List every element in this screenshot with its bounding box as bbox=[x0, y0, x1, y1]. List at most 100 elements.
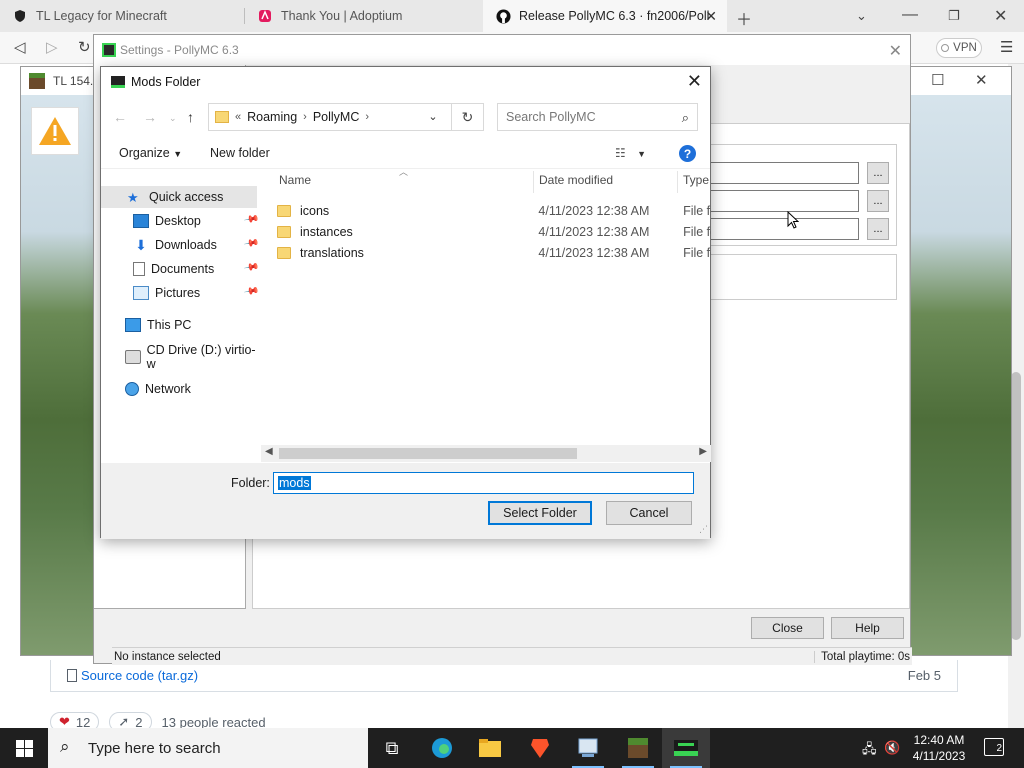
restore-icon[interactable]: ❐ bbox=[948, 8, 960, 24]
tab-title: Release PollyMC 6.3 · fn2006/Poll bbox=[519, 9, 710, 23]
breadcrumb-roaming[interactable]: Roaming bbox=[247, 110, 297, 124]
folder-icon bbox=[277, 204, 291, 217]
tab-pollymc-release[interactable]: Release PollyMC 6.3 · fn2006/Poll ✕ bbox=[483, 0, 727, 32]
browse-instances-button[interactable]: ... bbox=[867, 162, 889, 184]
taskbar-search-input[interactable]: ⌕ Type here to search bbox=[48, 728, 368, 768]
dialog-close-icon[interactable]: ✕ bbox=[687, 71, 702, 92]
edge-icon[interactable] bbox=[418, 728, 466, 768]
close-tab-icon[interactable]: ✕ bbox=[705, 8, 717, 25]
nav-this-pc[interactable]: This PC bbox=[125, 314, 191, 336]
instances-folder-input[interactable] bbox=[709, 162, 859, 184]
nav-downloads[interactable]: ⬇ Downloads bbox=[133, 234, 217, 256]
breadcrumb-chevron-icon[interactable]: › bbox=[303, 111, 307, 123]
page-scroll-thumb[interactable] bbox=[1011, 372, 1021, 640]
forward-arrow-icon[interactable]: → bbox=[143, 109, 157, 125]
file-row-translations[interactable]: translations 4/11/2023 12:38 AM File fo bbox=[277, 242, 711, 263]
scroll-left-icon[interactable]: ◀ bbox=[265, 446, 273, 457]
breadcrumb-overflow[interactable]: « bbox=[235, 111, 241, 123]
nav-cd-drive[interactable]: CD Drive (D:) virtio-w bbox=[125, 343, 261, 371]
folder-name-input[interactable]: mods bbox=[273, 472, 694, 494]
reload-icon[interactable]: ↻ bbox=[78, 38, 91, 56]
pollymc-close-icon[interactable]: ✕ bbox=[889, 41, 902, 61]
organize-label: Organize bbox=[119, 146, 170, 160]
mouse-cursor-icon bbox=[787, 211, 799, 229]
search-placeholder: Search PollyMC bbox=[506, 110, 596, 124]
breadcrumb-pollymc[interactable]: PollyMC bbox=[313, 110, 360, 124]
close-window-icon[interactable]: ✕ bbox=[994, 6, 1007, 26]
address-dropdown-icon[interactable]: ⌄ bbox=[423, 103, 443, 129]
file-name: translations bbox=[299, 245, 364, 260]
task-view-icon[interactable]: ⧉ bbox=[368, 728, 416, 768]
mods-folder-input[interactable] bbox=[709, 190, 859, 212]
column-type[interactable]: Type bbox=[683, 173, 709, 187]
minecraft-taskbar-icon[interactable] bbox=[614, 728, 662, 768]
resize-grip-icon[interactable]: ⋰ bbox=[699, 524, 708, 535]
network-tray-icon[interactable]: 🖧 bbox=[862, 740, 877, 762]
column-divider[interactable] bbox=[677, 171, 678, 193]
help-button[interactable]: Help bbox=[831, 617, 904, 639]
select-folder-button[interactable]: Select Folder bbox=[488, 501, 592, 525]
nav-quick-access[interactable]: ★ Quick access bbox=[101, 186, 257, 208]
column-name[interactable]: Name bbox=[279, 173, 311, 187]
brave-icon[interactable] bbox=[516, 728, 564, 768]
column-date-modified[interactable]: Date modified bbox=[539, 173, 613, 187]
recent-locations-chevron-icon[interactable]: ⌄ bbox=[169, 113, 177, 124]
file-row-icons[interactable]: icons 4/11/2023 12:38 AM File fo bbox=[277, 200, 711, 221]
nav-label: Documents bbox=[151, 262, 215, 276]
zip-file-icon bbox=[67, 669, 77, 682]
vpn-button[interactable]: VPN bbox=[936, 38, 982, 58]
pin-icon: 📌 bbox=[242, 259, 260, 276]
search-input[interactable]: Search PollyMC ⌕ bbox=[497, 103, 698, 131]
warning-icon[interactable] bbox=[31, 107, 79, 155]
source-code-link[interactable]: Source code (tar.gz) bbox=[67, 668, 198, 683]
tl-close-icon[interactable]: ✕ bbox=[975, 71, 988, 89]
refresh-icon[interactable]: ↻ bbox=[452, 103, 484, 131]
pin-icon: 📌 bbox=[242, 211, 260, 228]
browse-icons-button[interactable]: ... bbox=[867, 218, 889, 240]
asset-date: Feb 5 bbox=[907, 668, 941, 683]
taskbar-clock[interactable]: 12:40 AM 4/11/2023 bbox=[904, 732, 974, 764]
file-row-instances[interactable]: instances 4/11/2023 12:38 AM File fo bbox=[277, 221, 711, 242]
horizontal-scrollbar[interactable]: ◀ ▶ bbox=[261, 445, 711, 462]
folder-icon bbox=[215, 111, 229, 123]
tab-tl-legacy[interactable]: TL Legacy for Minecraft bbox=[0, 0, 244, 32]
forward-icon[interactable]: ▷ bbox=[46, 38, 58, 56]
view-options-button[interactable]: ☷ ▼ bbox=[615, 146, 646, 160]
file-explorer-icon[interactable] bbox=[466, 728, 514, 768]
new-tab-icon[interactable]: ＋ bbox=[736, 6, 752, 30]
pollymc-taskbar-icon[interactable] bbox=[662, 728, 710, 768]
new-folder-button[interactable]: New folder bbox=[210, 146, 270, 160]
nav-network[interactable]: Network bbox=[125, 378, 191, 400]
nav-desktop[interactable]: Desktop bbox=[133, 210, 201, 232]
tl-launcher-taskbar-icon[interactable] bbox=[564, 728, 612, 768]
up-arrow-icon[interactable]: ↑ bbox=[187, 109, 194, 125]
breadcrumb-chevron-icon[interactable]: › bbox=[365, 111, 369, 123]
column-divider[interactable] bbox=[533, 171, 534, 193]
volume-muted-icon[interactable]: 🔇 bbox=[884, 740, 900, 756]
address-bar[interactable]: « Roaming › PollyMC › bbox=[208, 103, 452, 131]
close-button[interactable]: Close bbox=[751, 617, 824, 639]
windows-start-icon[interactable] bbox=[0, 728, 48, 768]
browse-mods-button[interactable]: ... bbox=[867, 190, 889, 212]
pollymc-app-icon bbox=[111, 76, 125, 88]
github-icon bbox=[495, 8, 511, 24]
organize-button[interactable]: Organize ▼ bbox=[119, 146, 182, 160]
horizontal-scroll-thumb[interactable] bbox=[279, 448, 577, 459]
minimize-icon[interactable]: — bbox=[902, 6, 918, 24]
help-icon[interactable]: ? bbox=[679, 145, 696, 162]
notification-center-icon[interactable]: 2 bbox=[984, 738, 1004, 756]
back-arrow-icon[interactable]: ← bbox=[113, 109, 127, 125]
tab-search-chevron-icon[interactable]: ⌄ bbox=[856, 8, 867, 24]
scroll-right-icon[interactable]: ▶ bbox=[699, 446, 707, 457]
menu-icon[interactable]: ☰ bbox=[1000, 38, 1013, 56]
nav-documents[interactable]: Documents bbox=[133, 258, 214, 280]
total-playtime: Total playtime: 0s bbox=[814, 650, 910, 663]
chevron-down-icon: ▼ bbox=[637, 149, 647, 159]
tl-maximize-icon[interactable]: ☐ bbox=[931, 71, 944, 89]
clock-time: 12:40 AM bbox=[913, 733, 965, 747]
back-icon[interactable]: ◁ bbox=[14, 38, 26, 56]
cancel-button[interactable]: Cancel bbox=[606, 501, 692, 525]
icons-folder-input[interactable] bbox=[709, 218, 859, 240]
tab-adoptium[interactable]: Thank You | Adoptium bbox=[245, 0, 483, 32]
nav-pictures[interactable]: Pictures bbox=[133, 282, 200, 304]
